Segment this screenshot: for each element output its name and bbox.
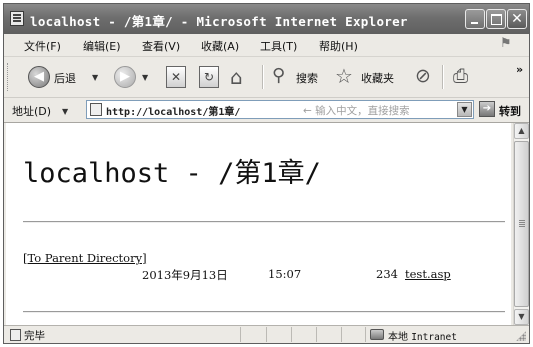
address-input[interactable]: http://localhost/第1章/ ← 输入中文，直接搜索 ▼ — [86, 100, 474, 119]
ie-page-icon — [10, 11, 24, 26]
toolbar-separator — [442, 65, 443, 89]
close-icon: ✕ — [511, 11, 523, 27]
maximize-button[interactable] — [486, 9, 506, 29]
address-dropdown-icon[interactable]: ▼ — [457, 102, 472, 117]
close-button[interactable]: ✕ — [507, 9, 527, 29]
file-time: 15:07 — [268, 267, 302, 281]
title-bar[interactable]: localhost - /第1章/ - Microsoft Internet E… — [4, 4, 529, 34]
history-icon[interactable]: ⊘ — [415, 65, 431, 87]
divider — [23, 221, 505, 223]
status-pane-divider — [240, 327, 241, 342]
address-label: 地址(D) — [12, 105, 52, 118]
resize-grip[interactable] — [516, 331, 526, 341]
address-toolbar-dropdown-icon[interactable]: ▼ — [62, 107, 68, 116]
standard-toolbar: ◀ 后退 ▼ ▶ ▼ ✕ ↻ ⌂ ⚲ 搜索 ☆ 收藏夹 ⊘ ⎙ » — [4, 57, 529, 98]
back-dropdown-icon[interactable]: ▼ — [92, 73, 98, 82]
favorites-button-label[interactable]: 收藏夹 — [361, 70, 394, 86]
window-title: localhost - /第1章/ - Microsoft Internet E… — [30, 14, 408, 29]
go-arrow-icon[interactable]: ➔ — [479, 101, 495, 117]
status-pane-divider — [365, 327, 366, 342]
security-zone: 本地 Intranet — [388, 328, 457, 343]
done-page-icon — [10, 329, 21, 341]
forward-arrow-icon[interactable]: ▶ — [114, 66, 136, 88]
status-text: 完毕 — [24, 330, 45, 342]
refresh-icon[interactable]: ↻ — [199, 66, 219, 88]
vertical-scrollbar[interactable]: ▲ ▼ — [513, 123, 529, 325]
zone-prefix: 本地 — [388, 332, 408, 343]
back-arrow-icon[interactable]: ◀ — [28, 66, 50, 88]
divider — [23, 311, 505, 313]
intranet-zone-icon — [370, 329, 384, 340]
menu-tools[interactable]: 工具(T) — [260, 38, 297, 54]
file-link[interactable]: test.asp — [405, 267, 451, 281]
forward-dropdown-icon[interactable]: ▼ — [142, 73, 148, 82]
zone-name: Intranet — [411, 332, 457, 343]
scroll-up-icon[interactable]: ▲ — [514, 123, 529, 139]
page-title: localhost - /第1章/ — [23, 158, 321, 189]
home-icon[interactable]: ⌂ — [230, 66, 243, 88]
file-size: 234 — [376, 267, 398, 281]
file-date: 2013年9月13日 — [142, 268, 228, 282]
go-button-label[interactable]: 转到 — [499, 103, 521, 119]
status-bar: 完毕 本地 Intranet — [4, 325, 529, 343]
stop-icon[interactable]: ✕ — [166, 66, 186, 88]
address-url[interactable]: http://localhost/第1章/ — [106, 103, 240, 118]
search-icon[interactable]: ⚲ — [272, 65, 285, 87]
toolbar-separator — [262, 65, 263, 89]
page-icon — [90, 103, 102, 116]
scroll-thumb[interactable] — [514, 141, 529, 307]
minimize-button[interactable] — [465, 9, 485, 29]
status-pane-divider — [266, 327, 267, 342]
toolbar-grip[interactable] — [7, 63, 10, 91]
favorites-star-icon[interactable]: ☆ — [335, 65, 353, 87]
menu-view[interactable]: 查看(V) — [142, 38, 180, 54]
search-button-label[interactable]: 搜索 — [296, 70, 318, 86]
scroll-down-icon[interactable]: ▼ — [514, 309, 529, 325]
windows-logo-icon: ⚑ — [500, 36, 512, 51]
status-pane-divider — [316, 327, 317, 342]
menu-edit[interactable]: 编辑(E) — [83, 38, 121, 54]
menu-bar: 文件(F) 编辑(E) 查看(V) 收藏(A) 工具(T) 帮助(H) ⚑ — [4, 34, 529, 57]
menu-help[interactable]: 帮助(H) — [319, 38, 358, 54]
back-button-label[interactable]: 后退 — [54, 70, 76, 86]
menu-file[interactable]: 文件(F) — [24, 38, 61, 54]
address-search-hint: ← 输入中文，直接搜索 — [303, 105, 410, 117]
parent-directory-link[interactable]: [To Parent Directory] — [23, 251, 147, 265]
status-pane-divider — [341, 327, 342, 342]
menu-favorites[interactable]: 收藏(A) — [201, 38, 239, 54]
page-content: localhost - /第1章/ [To Parent Directory] … — [6, 123, 511, 325]
print-icon[interactable]: ⎙ — [453, 65, 468, 87]
address-bar: 地址(D) ▼ http://localhost/第1章/ ← 输入中文，直接搜… — [4, 98, 529, 123]
browser-window: localhost - /第1章/ - Microsoft Internet E… — [3, 3, 530, 344]
status-pane-divider — [291, 327, 292, 342]
toolbar-overflow-chevron[interactable]: » — [516, 63, 523, 76]
